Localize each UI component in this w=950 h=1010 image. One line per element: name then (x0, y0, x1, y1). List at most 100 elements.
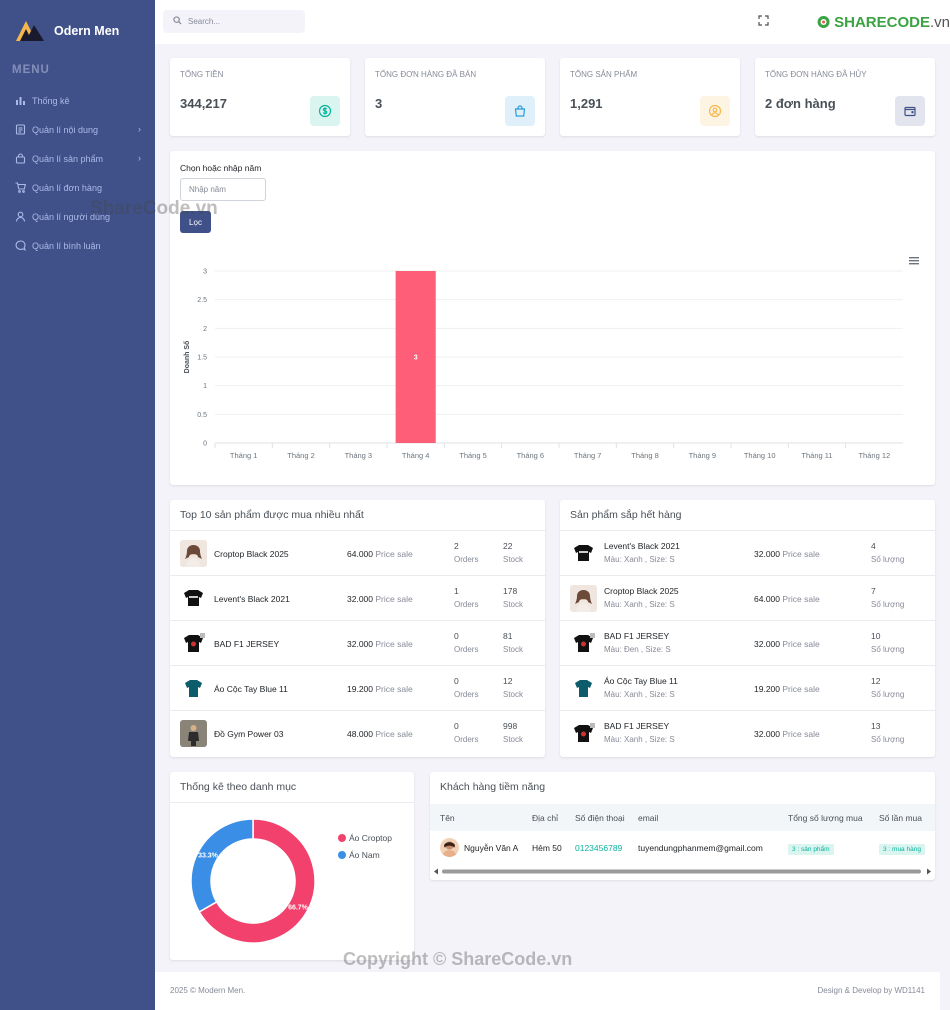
stat-value: 344,217 (180, 96, 227, 111)
donut-slice-1[interactable] (190, 818, 254, 913)
sidebar-item-5[interactable]: Quản lí bình luận (0, 231, 155, 260)
x-tick-label: Tháng 9 (689, 451, 717, 460)
brand-watermark: SHARECODE.vn (817, 0, 950, 44)
product-name: Levent's Black 2021 (214, 594, 290, 604)
legend-label: Áo Croptop (349, 833, 392, 843)
list-item[interactable]: BAD F1 JERSEY 32.000 Price sale 0 Orders 81 S… (170, 621, 545, 666)
quantity-count: 13 (871, 721, 881, 731)
list-item[interactable]: Đồ Gym Power 03 48.000 Price sale 0 Orders 9… (170, 711, 545, 756)
th-name: Tên (440, 813, 455, 823)
y-tick-label: 0 (203, 441, 207, 448)
legend-item[interactable]: Áo Croptop (338, 833, 392, 843)
stock-label: Stock (503, 690, 524, 699)
customers-title: Khách hàng tiềm năng (440, 781, 546, 793)
logo-mark-icon (14, 17, 46, 45)
product-price: 19.200 Price sale (347, 684, 413, 694)
product-price: 32.000 Price sale (754, 729, 820, 739)
logo[interactable]: Odern Men (0, 0, 155, 62)
chart-menu-icon[interactable] (909, 257, 919, 265)
stat-card-0: TỔNG TIỀN 344,217 (170, 58, 350, 136)
horizontal-scrollbar[interactable] (434, 867, 931, 875)
dollar-icon (310, 96, 340, 126)
x-tick-label: Tháng 12 (858, 451, 890, 460)
x-tick-label: Tháng 4 (402, 451, 430, 460)
menu-title: MENU (12, 64, 50, 76)
product-thumbnail (180, 675, 207, 702)
chevron-right-icon: › (138, 124, 141, 134)
search-placeholder: Search... (188, 17, 221, 26)
y-tick-label: 1.5 (197, 355, 207, 362)
list-item[interactable]: BAD F1 JERSEY Màu: Xanh , Size: S 32.000 P… (560, 711, 935, 756)
product-variant: Màu: Xanh , Size: S (604, 690, 675, 699)
stock-count: 178 (503, 586, 518, 596)
y-tick-label: 2 (203, 326, 207, 333)
legend-item[interactable]: Áo Nam (338, 850, 380, 860)
y-tick-label: 0.5 (197, 412, 207, 419)
sales-chart-card: Chọn hoặc nhập năm Nhập năm Lọc 0 0.5 1 1.5… (170, 151, 935, 485)
customer-address: Hẻm 50 (532, 843, 562, 853)
orders-label: Orders (454, 555, 479, 564)
cart-icon (14, 182, 26, 194)
brand-logo-icon (817, 16, 830, 28)
list-item[interactable]: Levent's Black 2021 32.000 Price sale 1 Ord… (170, 576, 545, 621)
list-item[interactable]: Croptop Black 2025 Màu: Xanh , Size: S 64.… (560, 576, 935, 621)
stat-label: TỔNG SẢN PHẨM (570, 70, 638, 79)
watermark-bottom: Copyright © ShareCode.vn (343, 949, 573, 969)
list-item[interactable]: Croptop Black 2025 64.000 Price sale 2 Orde… (170, 531, 545, 576)
low-stock-title: Sản phẩm sắp hết hàng (570, 509, 682, 521)
product-name: Áo Cộc Tay Blue 11 (604, 676, 678, 686)
product-price: 64.000 Price sale (347, 549, 413, 559)
y-tick-label: 3 (203, 269, 207, 276)
list-item[interactable]: Áo Cộc Tay Blue 11 19.200 Price sale 0 Orde… (170, 666, 545, 711)
product-thumbnail (570, 585, 597, 612)
bar-chart-icon (14, 95, 26, 107)
x-tick-label: Tháng 8 (631, 451, 659, 460)
product-thumbnail (180, 720, 207, 747)
table-row[interactable]: Nguyễn Văn A Hẻm 50 0123456789 tuyendung… (430, 832, 935, 864)
customer-phone[interactable]: 0123456789 (575, 843, 622, 853)
product-thumbnail (570, 675, 597, 702)
brand-text: SHARECODE.vn (834, 13, 950, 31)
orders-count: 2 (454, 541, 459, 551)
th-address: Địa chỉ (532, 813, 558, 823)
product-price: 19.200 Price sale (754, 684, 820, 694)
fullscreen-icon[interactable] (758, 15, 769, 26)
sidebar-item-1[interactable]: Quản lí nội dung › (0, 115, 155, 144)
y-tick-label: 2.5 (197, 297, 207, 304)
wallet-icon (895, 96, 925, 126)
product-price: 32.000 Price sale (347, 594, 413, 604)
product-price: 32.000 Price sale (347, 639, 413, 649)
topbar: Search... SHARECODE.vn (155, 0, 950, 44)
product-name: BAD F1 JERSEY (214, 639, 280, 649)
document-icon (14, 124, 26, 136)
stock-label: Stock (503, 735, 524, 744)
product-thumbnail (180, 630, 207, 657)
chevron-right-icon: › (138, 153, 141, 163)
stock-label: Stock (503, 645, 524, 654)
low-stock-list: Levent's Black 2021 Màu: Xanh , Size: S 32… (560, 531, 935, 757)
x-tick-label: Tháng 3 (345, 451, 373, 460)
footer: 2025 © Modern Men. Design & Develop by W… (155, 972, 940, 1010)
customers-table-header: Tên Địa chỉ Số điện thoại email Tổng số … (430, 804, 935, 831)
stock-label: Stock (503, 555, 524, 564)
th-total-qty: Tổng số lượng mua (788, 813, 863, 823)
top-products-card: Top 10 sản phẩm được mua nhiều nhất Crop… (170, 500, 545, 757)
stock-count: 22 (503, 541, 513, 551)
product-name: BAD F1 JERSEY (604, 721, 670, 731)
avatar (440, 838, 459, 857)
user-circle-icon (700, 96, 730, 126)
search-icon (173, 16, 182, 27)
bag-icon (14, 153, 26, 165)
x-tick-label: Tháng 5 (459, 451, 487, 460)
search-input[interactable]: Search... (163, 10, 305, 33)
list-item[interactable]: Áo Cộc Tay Blue 11 Màu: Xanh , Size: S 19.… (560, 666, 935, 711)
list-item[interactable]: Levent's Black 2021 Màu: Xanh , Size: S 32… (560, 531, 935, 576)
donut-data-label: 33.3% (198, 852, 219, 859)
y-axis-label: Doanh Số (183, 340, 191, 373)
product-price: 48.000 Price sale (347, 729, 413, 739)
stock-count: 12 (503, 676, 513, 686)
list-item[interactable]: BAD F1 JERSEY Màu: Đen , Size: S 32.000 Pr… (560, 621, 935, 666)
sidebar-item-2[interactable]: Quản lí sản phẩm › (0, 144, 155, 173)
quantity-label: Số lượng (871, 555, 905, 564)
sidebar-item-0[interactable]: Thống kê (0, 86, 155, 115)
